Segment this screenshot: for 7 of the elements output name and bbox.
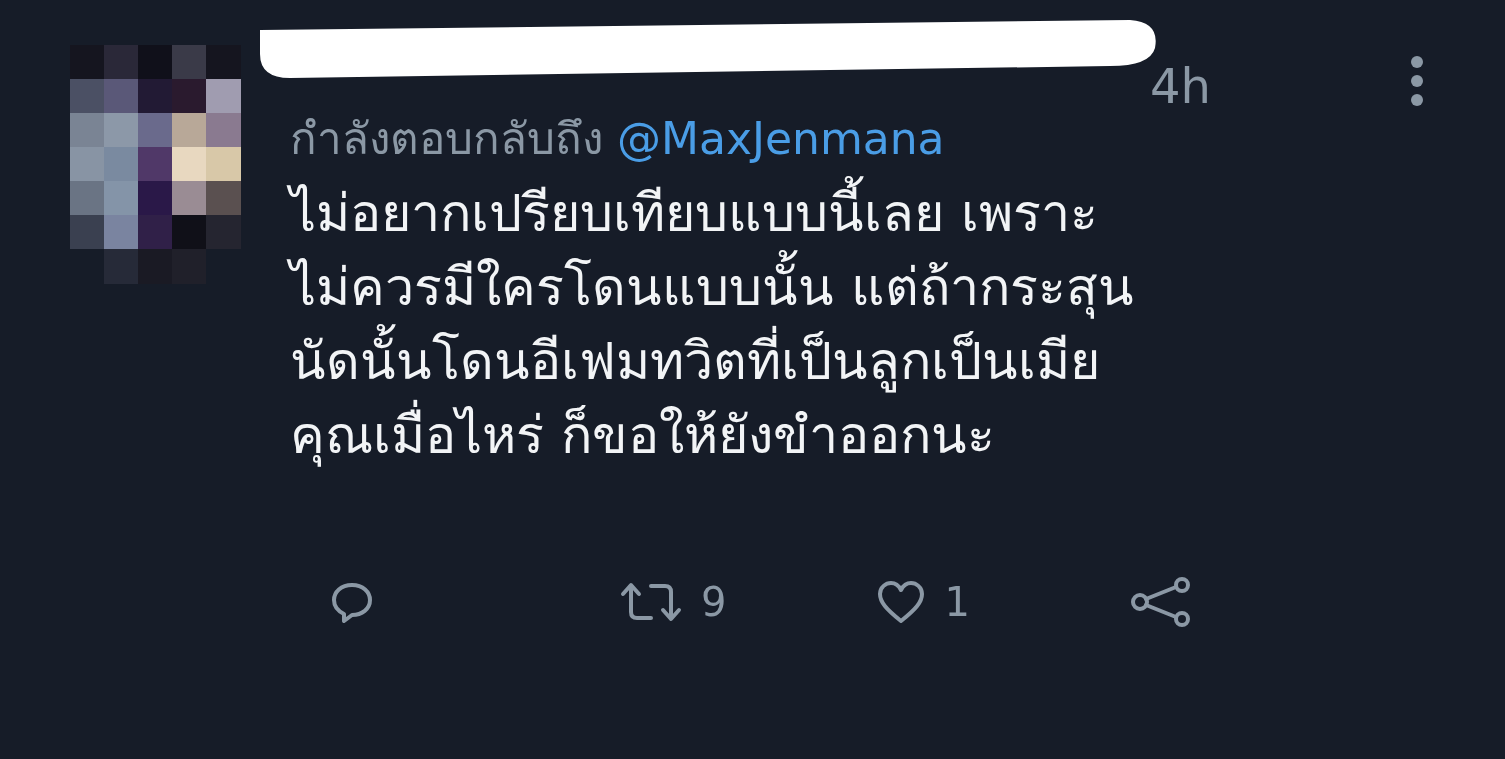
timestamp: 4h	[1150, 62, 1211, 110]
reply-label: กำลังตอบกลับถึง	[290, 113, 604, 164]
mention-link[interactable]: @MaxJenmana	[617, 113, 945, 164]
action-button[interactable]: 9	[619, 571, 727, 632]
action-button[interactable]: 1	[876, 571, 970, 632]
heart-icon	[876, 579, 927, 624]
more-icon[interactable]	[1409, 55, 1425, 107]
